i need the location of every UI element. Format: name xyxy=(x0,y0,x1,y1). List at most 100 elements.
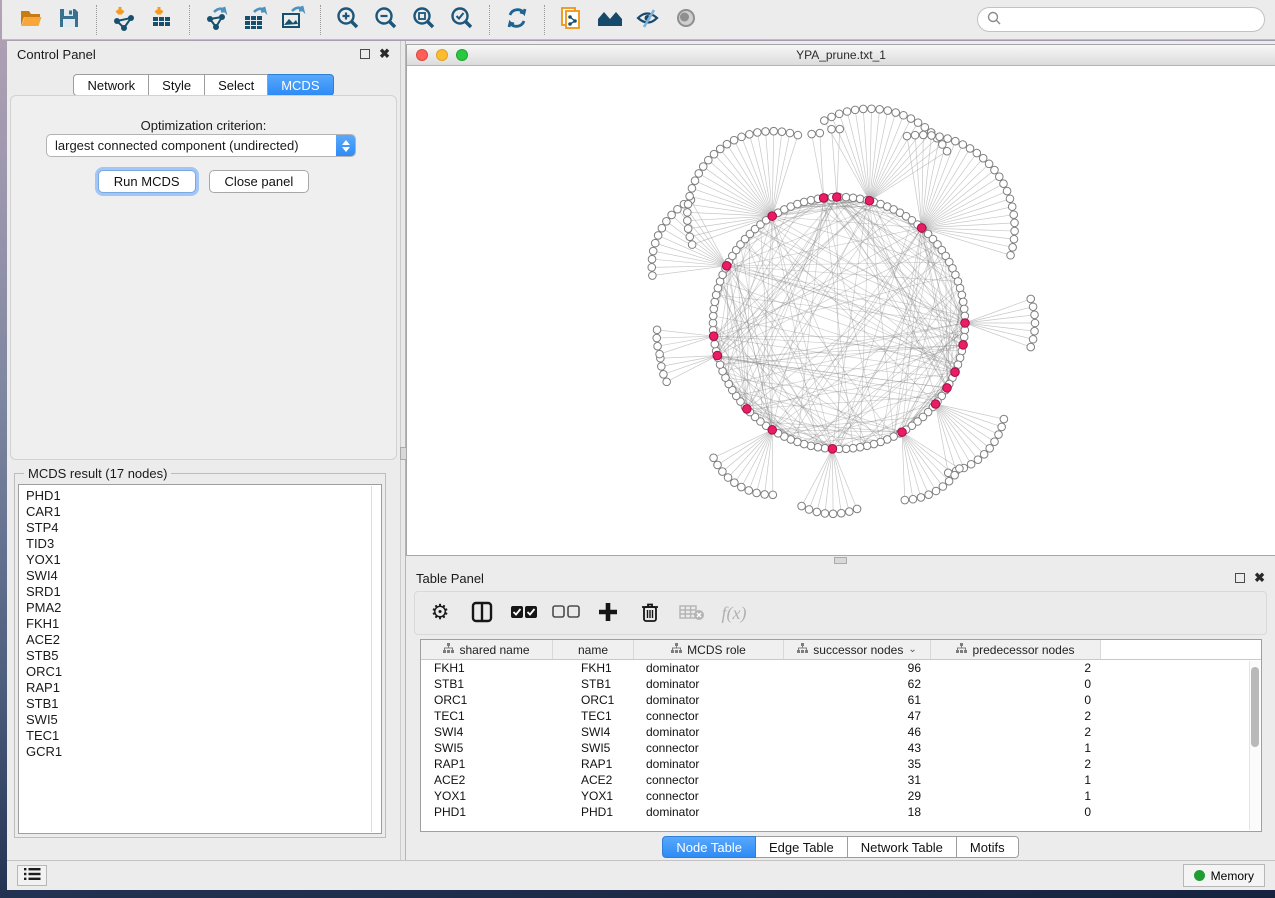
column-header-shared-name[interactable]: shared name xyxy=(421,640,553,659)
table-cell: SWI4 xyxy=(421,725,553,739)
mcds-result-list[interactable]: PHD1CAR1STP4TID3YOX1SWI4SRD1PMA2FKH1ACE2… xyxy=(18,484,382,834)
table-scrollbar-track[interactable] xyxy=(1249,661,1260,830)
search-input[interactable] xyxy=(1002,13,1256,27)
mcds-result-item[interactable]: YOX1 xyxy=(26,552,381,568)
tab-edge-table[interactable]: Edge Table xyxy=(756,836,848,858)
window-minimize-traffic-light[interactable] xyxy=(436,49,448,61)
first-neighbors-button[interactable] xyxy=(591,3,629,37)
eye-icon xyxy=(673,6,699,33)
table-panel-titlebar: Table Panel ✖ xyxy=(406,565,1275,591)
tab-node-table[interactable]: Node Table xyxy=(662,836,756,858)
table-row[interactable]: ACE2ACE2connector311 xyxy=(421,772,1261,788)
table-cell: SWI4 xyxy=(553,725,634,739)
tab-mcds[interactable]: MCDS xyxy=(268,74,333,96)
table-cell: STB1 xyxy=(421,677,553,691)
save-session-button[interactable] xyxy=(50,3,88,37)
hide-selected-button[interactable] xyxy=(629,3,667,37)
import-network-button[interactable] xyxy=(105,3,143,37)
tab-motifs[interactable]: Motifs xyxy=(957,836,1019,858)
function-builder-button[interactable]: f(x) xyxy=(721,598,747,628)
close-panel-icon[interactable]: ✖ xyxy=(379,49,390,59)
table-row[interactable]: ORC1ORC1dominator610 xyxy=(421,692,1261,708)
column-header-MCDS-role[interactable]: MCDS role xyxy=(634,640,784,659)
float-panel-icon[interactable] xyxy=(1235,573,1245,583)
tab-select[interactable]: Select xyxy=(205,74,268,96)
optimization-criterion-select[interactable]: largest connected component (undirected) xyxy=(46,134,356,157)
table-panel: Table Panel ✖ ⚙ xyxy=(406,565,1275,860)
horizontal-splitter-grip[interactable] xyxy=(834,557,847,564)
zoom-in-button[interactable] xyxy=(329,3,367,37)
run-mcds-button[interactable]: Run MCDS xyxy=(98,170,196,193)
export-table-button[interactable] xyxy=(236,3,274,37)
memory-button[interactable]: Memory xyxy=(1183,864,1265,887)
mcds-result-item[interactable]: RAP1 xyxy=(26,680,381,696)
add-column-button[interactable] xyxy=(595,598,621,628)
zoom-out-button[interactable] xyxy=(367,3,405,37)
mcds-result-item[interactable]: PHD1 xyxy=(26,488,381,504)
mcds-result-item[interactable]: TEC1 xyxy=(26,728,381,744)
column-header-name[interactable]: name xyxy=(553,640,634,659)
column-header-successor-nodes[interactable]: successor nodes⌄ xyxy=(784,640,931,659)
delete-table-button[interactable] xyxy=(679,598,705,628)
delete-columns-button[interactable] xyxy=(637,598,663,628)
zoom-fit-button[interactable] xyxy=(405,3,443,37)
mcds-result-item[interactable]: STB1 xyxy=(26,696,381,712)
mcds-result-item[interactable]: ORC1 xyxy=(26,664,381,680)
float-panel-icon[interactable] xyxy=(360,49,370,59)
mcds-result-item[interactable]: CAR1 xyxy=(26,504,381,520)
network-graph[interactable] xyxy=(407,66,1275,555)
table-delete-icon xyxy=(679,603,705,624)
mcds-result-box: MCDS result (17 nodes) PHD1CAR1STP4TID3Y… xyxy=(14,466,386,838)
export-image-icon xyxy=(280,5,306,34)
select-all-button[interactable] xyxy=(511,598,537,628)
close-panel-icon[interactable]: ✖ xyxy=(1254,573,1265,583)
mcds-result-item[interactable]: STP4 xyxy=(26,520,381,536)
show-all-button[interactable] xyxy=(667,3,705,37)
table-row[interactable]: SWI4SWI4dominator462 xyxy=(421,724,1261,740)
split-view-button[interactable] xyxy=(469,598,495,628)
mcds-result-item[interactable]: TID3 xyxy=(26,536,381,552)
table-row[interactable]: RAP1RAP1dominator352 xyxy=(421,756,1261,772)
search-field[interactable] xyxy=(977,7,1265,32)
mcds-result-item[interactable]: STB5 xyxy=(26,648,381,664)
table-row[interactable]: FKH1FKH1dominator962 xyxy=(421,660,1261,676)
mcds-result-item[interactable]: SRD1 xyxy=(26,584,381,600)
zoom-selected-button[interactable] xyxy=(443,3,481,37)
horizontal-splitter[interactable] xyxy=(406,556,1275,565)
toolbar-separator xyxy=(189,5,190,35)
table-settings-button[interactable]: ⚙ xyxy=(427,598,453,628)
table-row[interactable]: SWI5SWI5connector431 xyxy=(421,740,1261,756)
open-file-button[interactable] xyxy=(12,3,50,37)
window-zoom-traffic-light[interactable] xyxy=(456,49,468,61)
new-network-from-selection-button[interactable] xyxy=(553,3,591,37)
mcds-result-item[interactable]: ACE2 xyxy=(26,632,381,648)
table-cell: PHD1 xyxy=(553,805,634,819)
task-history-button[interactable] xyxy=(17,865,47,886)
result-scrollbar-track[interactable] xyxy=(371,486,372,832)
mcds-result-item[interactable]: FKH1 xyxy=(26,616,381,632)
import-table-button[interactable] xyxy=(143,3,181,37)
tab-network-table[interactable]: Network Table xyxy=(848,836,957,858)
table-row[interactable]: STB1STB1dominator620 xyxy=(421,676,1261,692)
export-image-button[interactable] xyxy=(274,3,312,37)
tab-network[interactable]: Network xyxy=(73,74,149,96)
column-header-predecessor-nodes[interactable]: predecessor nodes xyxy=(931,640,1101,659)
deselect-all-button[interactable] xyxy=(553,598,579,628)
export-network-button[interactable] xyxy=(198,3,236,37)
table-cell: ACE2 xyxy=(553,773,634,787)
network-canvas[interactable] xyxy=(407,66,1275,555)
apply-layout-button[interactable] xyxy=(498,3,536,37)
table-row[interactable]: TEC1TEC1connector472 xyxy=(421,708,1261,724)
mcds-result-item[interactable]: SWI5 xyxy=(26,712,381,728)
mcds-result-item[interactable]: PMA2 xyxy=(26,600,381,616)
table-row[interactable]: PHD1PHD1dominator180 xyxy=(421,804,1261,820)
window-close-traffic-light[interactable] xyxy=(416,49,428,61)
table-cell: 1 xyxy=(931,789,1101,803)
close-panel-button[interactable]: Close panel xyxy=(209,170,310,193)
tab-style[interactable]: Style xyxy=(149,74,205,96)
mcds-result-item[interactable]: GCR1 xyxy=(26,744,381,760)
table-scrollbar-thumb[interactable] xyxy=(1251,667,1259,747)
mcds-result-item[interactable]: SWI4 xyxy=(26,568,381,584)
table-row[interactable]: YOX1YOX1connector291 xyxy=(421,788,1261,804)
app-content: Control Panel ✖ NetworkStyleSelectMCDS O… xyxy=(7,41,1275,890)
